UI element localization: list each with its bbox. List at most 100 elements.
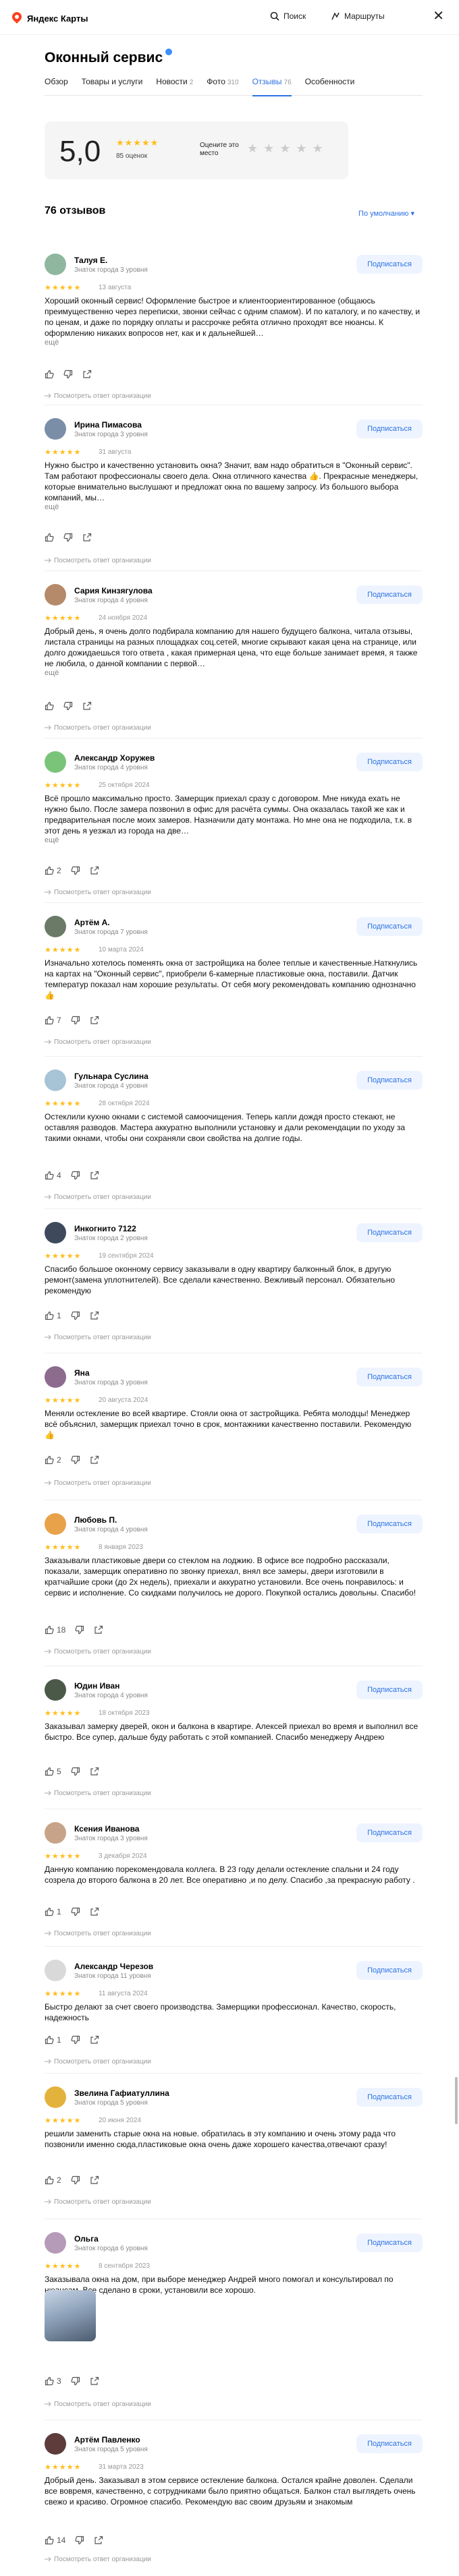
org-reply-link[interactable]: Посмотреть ответ организации <box>45 1334 151 1341</box>
avatar[interactable] <box>45 418 66 440</box>
review-author[interactable]: Ольга <box>74 2234 99 2244</box>
like-button[interactable]: 5 <box>45 1767 61 1776</box>
review-author[interactable]: Гульнара Суслина <box>74 1072 148 1081</box>
avatar[interactable] <box>45 751 66 773</box>
org-reply-link[interactable]: Посмотреть ответ организации <box>45 1038 151 1046</box>
like-button[interactable]: 1 <box>45 2035 61 2045</box>
avatar[interactable] <box>45 1822 66 1844</box>
like-button[interactable]: 3 <box>45 2376 61 2386</box>
subscribe-button[interactable]: Подписаться <box>356 1823 423 1842</box>
org-reply-link[interactable]: Посмотреть ответ организации <box>45 2058 151 2066</box>
review-author[interactable]: Юдин Иван <box>74 1681 119 1691</box>
share-button[interactable] <box>94 2536 103 2545</box>
tab-photos[interactable]: Фото 310 <box>207 76 238 96</box>
avatar[interactable] <box>45 1070 66 1091</box>
avatar[interactable] <box>45 584 66 606</box>
read-more-link[interactable]: ещё <box>45 836 59 844</box>
like-button[interactable] <box>45 701 54 711</box>
review-author[interactable]: Ирина Пимасова <box>74 420 142 430</box>
avatar[interactable] <box>45 1960 66 1981</box>
dislike-button[interactable] <box>71 1767 80 1776</box>
share-button[interactable] <box>90 866 99 875</box>
avatar[interactable] <box>45 2433 66 2455</box>
review-author[interactable]: Александр Хоружев <box>74 753 155 763</box>
dislike-button[interactable] <box>75 2536 84 2545</box>
dislike-button[interactable] <box>71 1171 80 1180</box>
review-author[interactable]: Артём А. <box>74 918 110 927</box>
dislike-button[interactable] <box>71 1016 80 1025</box>
read-more-link[interactable]: ещё <box>45 669 59 677</box>
tab-reviews[interactable]: Отзывы 76 <box>252 76 292 96</box>
share-button[interactable] <box>90 1171 99 1180</box>
org-reply-link[interactable]: Посмотреть ответ организации <box>45 557 151 564</box>
org-reply-link[interactable]: Посмотреть ответ организации <box>45 1790 151 1797</box>
avatar[interactable] <box>45 916 66 937</box>
yandex-maps-logo[interactable]: Яндекс Карты <box>12 12 88 24</box>
dislike-button[interactable] <box>63 533 73 542</box>
dislike-button[interactable] <box>71 1907 80 1916</box>
dislike-button[interactable] <box>71 2175 80 2185</box>
review-photo[interactable] <box>45 2290 96 2341</box>
read-more-link[interactable]: ещё <box>45 339 59 347</box>
review-author[interactable]: Талуя Е. <box>74 256 107 265</box>
share-button[interactable] <box>82 533 92 542</box>
share-button[interactable] <box>90 2175 99 2185</box>
dislike-button[interactable] <box>71 1311 80 1320</box>
like-button[interactable]: 2 <box>45 1455 61 1465</box>
avatar[interactable] <box>45 1679 66 1701</box>
org-reply-link[interactable]: Посмотреть ответ организации <box>45 1480 151 1487</box>
share-button[interactable] <box>82 701 92 711</box>
review-author[interactable]: Александр Черезов <box>74 1962 153 1971</box>
subscribe-button[interactable]: Подписаться <box>356 1961 423 1980</box>
subscribe-button[interactable]: Подписаться <box>356 255 423 274</box>
dislike-button[interactable] <box>71 1455 80 1465</box>
close-icon[interactable]: ✕ <box>433 9 444 23</box>
subscribe-button[interactable]: Подписаться <box>356 1680 423 1699</box>
subscribe-button[interactable]: Подписаться <box>356 917 423 936</box>
review-author[interactable]: Артём Павленко <box>74 2435 140 2445</box>
org-reply-link[interactable]: Посмотреть ответ организации <box>45 1648 151 1656</box>
org-reply-link[interactable]: Посмотреть ответ организации <box>45 2198 151 2206</box>
like-button[interactable]: 2 <box>45 866 61 875</box>
like-button[interactable]: 1 <box>45 1311 61 1320</box>
share-button[interactable] <box>94 1625 103 1635</box>
org-reply-link[interactable]: Посмотреть ответ организации <box>45 1194 151 1201</box>
like-button[interactable]: 1 <box>45 1907 61 1916</box>
like-button[interactable]: 2 <box>45 2175 61 2185</box>
tab-news[interactable]: Новости 2 <box>156 76 193 96</box>
share-button[interactable] <box>90 1016 99 1025</box>
dislike-button[interactable] <box>71 2376 80 2386</box>
subscribe-button[interactable]: Подписаться <box>356 1368 423 1386</box>
subscribe-button[interactable]: Подписаться <box>356 1515 423 1533</box>
share-button[interactable] <box>90 1907 99 1916</box>
avatar[interactable] <box>45 1222 66 1243</box>
search-button[interactable]: Поиск <box>270 11 306 21</box>
dislike-button[interactable] <box>71 2035 80 2045</box>
avatar[interactable] <box>45 1366 66 1388</box>
share-button[interactable] <box>90 1767 99 1776</box>
routes-button[interactable]: Маршруты <box>331 11 385 21</box>
scrollbar[interactable] <box>455 2077 458 2124</box>
tab-overview[interactable]: Обзор <box>45 76 68 96</box>
avatar[interactable] <box>45 254 66 275</box>
avatar[interactable] <box>45 1513 66 1535</box>
dislike-button[interactable] <box>71 866 80 875</box>
dislike-button[interactable] <box>63 701 73 711</box>
review-author[interactable]: Сария Кинзягулова <box>74 586 153 595</box>
review-author[interactable]: Яна <box>74 1368 90 1378</box>
org-reply-link[interactable]: Посмотреть ответ организации <box>45 2401 151 2408</box>
avatar[interactable] <box>45 2232 66 2254</box>
share-button[interactable] <box>90 2376 99 2386</box>
like-button[interactable] <box>45 533 54 542</box>
subscribe-button[interactable]: Подписаться <box>356 1223 423 1242</box>
like-button[interactable]: 14 <box>45 2536 65 2545</box>
review-author[interactable]: Ксения Иванова <box>74 1824 139 1834</box>
subscribe-button[interactable]: Подписаться <box>356 585 423 604</box>
subscribe-button[interactable]: Подписаться <box>356 2088 423 2107</box>
read-more-link[interactable]: ещё <box>45 503 59 511</box>
subscribe-button[interactable]: Подписаться <box>356 753 423 771</box>
review-author[interactable]: Звелина Гафиатуллина <box>74 2088 169 2098</box>
like-button[interactable]: 4 <box>45 1171 61 1180</box>
dislike-button[interactable] <box>63 370 73 379</box>
avatar[interactable] <box>45 2086 66 2108</box>
